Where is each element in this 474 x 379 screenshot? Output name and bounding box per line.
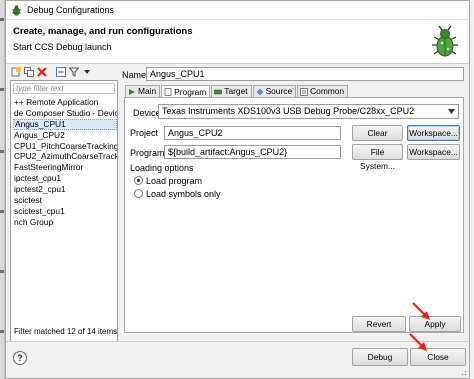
banner-subtitle: Start CCS Debug launch <box>13 42 112 52</box>
duplicate-icon[interactable] <box>23 66 34 77</box>
config-toolbar <box>10 66 92 78</box>
load-program-label[interactable]: Load program <box>146 176 202 186</box>
filter-icon[interactable] <box>68 66 79 77</box>
tree-item[interactable]: ipctest_cpu1 <box>13 173 117 184</box>
bug-icon <box>432 25 458 57</box>
background-marker <box>0 150 4 153</box>
dropdown-icon[interactable] <box>81 66 92 77</box>
project-field[interactable]: Angus_CPU2 <box>164 126 341 140</box>
background-marker <box>0 18 4 21</box>
common-tab-icon <box>300 87 309 96</box>
collapse-all-icon[interactable] <box>55 66 66 77</box>
device-label: Device <box>133 108 161 118</box>
source-tab-icon <box>256 88 264 95</box>
tree-item[interactable]: ipctest2_cpu1 <box>13 184 117 195</box>
tree-item[interactable]: CPU2_AzimuthCoarseTracking <box>13 151 117 162</box>
loading-options-label: Loading options <box>130 163 194 173</box>
tab-source[interactable]: Source <box>252 85 297 97</box>
new-launch-config-icon[interactable] <box>10 66 21 77</box>
resize-grip-icon[interactable] <box>459 368 467 376</box>
program-field[interactable]: ${build_artifact:Angus_CPU2} <box>164 145 341 159</box>
annotation-arrow-close <box>409 333 427 351</box>
help-icon[interactable]: ? <box>13 351 27 365</box>
background-marker <box>0 330 4 333</box>
project-label: Project <box>130 128 159 138</box>
configuration-tree: ++ Remote Application de Composer Studio… <box>13 97 117 228</box>
tab-program-label: Program <box>174 86 207 97</box>
config-tabs: Main Program Target Source Common <box>125 85 349 98</box>
debug-button[interactable]: Debug <box>352 348 408 366</box>
toolbar-separator <box>49 66 53 77</box>
clear-button[interactable]: Clear <box>352 125 403 141</box>
file-system-button[interactable]: File System... <box>352 144 403 171</box>
load-program-radio[interactable] <box>134 176 143 185</box>
tree-item[interactable]: ++ Remote Application <box>13 97 117 108</box>
tab-target-label: Target <box>224 86 248 96</box>
load-symbols-label[interactable]: Load symbols only <box>146 189 221 199</box>
tab-main[interactable]: Main <box>125 85 161 97</box>
tree-item[interactable]: CPU1_PitchCoarseTracking <box>13 141 117 152</box>
tree-item[interactable]: scictest <box>13 195 117 206</box>
title-bar[interactable]: Debug Configurations <box>6 1 469 20</box>
tree-item[interactable]: scictest_cpu1 <box>13 206 117 217</box>
background-marker <box>0 88 4 91</box>
filter-input[interactable]: type filter text <box>13 83 115 94</box>
debug-app-icon <box>12 5 21 16</box>
tree-item-selected[interactable]: Angus_CPU1 <box>13 118 117 130</box>
name-label: Name: <box>122 70 149 80</box>
background-marker <box>0 270 4 273</box>
load-symbols-radio[interactable] <box>134 189 143 198</box>
tab-target[interactable]: Target <box>211 85 252 97</box>
tab-source-label: Source <box>265 86 293 96</box>
background-marker <box>0 210 4 213</box>
program-tab-icon <box>164 88 172 96</box>
banner-title: Create, manage, and run configurations <box>13 26 193 37</box>
target-tab-icon <box>214 89 223 94</box>
program-label: Program <box>130 148 165 158</box>
tab-common[interactable]: Common <box>297 85 349 97</box>
annotation-arrow-apply <box>412 302 430 320</box>
program-tab-panel: Device Texas Instruments XDS100v3 USB De… <box>124 97 464 333</box>
device-select[interactable]: Texas Instruments XDS100v3 USB Debug Pro… <box>158 104 459 119</box>
filter-status: Filter matched 12 of 14 items <box>14 327 118 336</box>
main-tab-icon <box>129 88 135 95</box>
configuration-tree-panel: type filter text ++ Remote Application d… <box>10 80 118 342</box>
debug-configurations-dialog: Debug Configurations Create, manage, and… <box>5 0 470 379</box>
tab-common-label: Common <box>310 86 345 96</box>
window-title: Debug Configurations <box>27 5 115 15</box>
chevron-down-icon <box>448 109 455 114</box>
workspace-project-button[interactable]: Workspace... <box>407 125 460 141</box>
tree-item[interactable]: nch Group <box>13 217 117 228</box>
footer-separator <box>6 341 469 342</box>
tab-main-label: Main <box>138 86 157 96</box>
tree-item[interactable]: de Composer Studio - Device <box>13 108 117 119</box>
revert-button[interactable]: Revert <box>352 316 406 332</box>
delete-icon[interactable] <box>36 66 47 77</box>
workspace-program-button[interactable]: Workspace... <box>407 144 460 160</box>
device-select-value: Texas Instruments XDS100v3 USB Debug Pro… <box>162 106 415 116</box>
tree-item[interactable]: FastSteeringMirror <box>13 162 117 173</box>
header-banner: Create, manage, and run configurations S… <box>6 20 469 64</box>
tree-item[interactable]: Angus_CPU2 <box>13 130 117 141</box>
name-field[interactable]: Angus_CPU1 <box>146 67 464 81</box>
